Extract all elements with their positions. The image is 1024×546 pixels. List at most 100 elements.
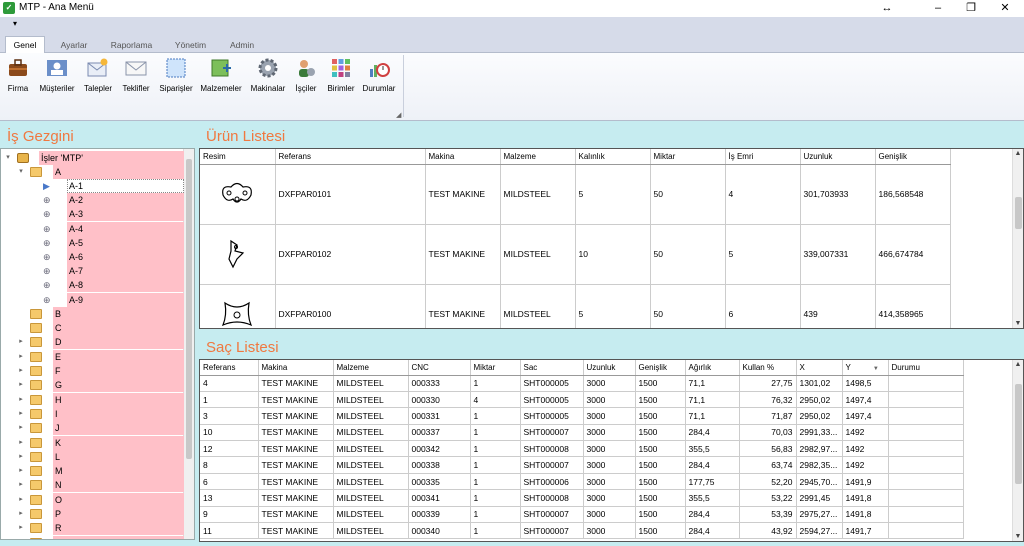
tree-folder[interactable]: ▸ G [1, 378, 184, 393]
tab-genel[interactable]: Genel [5, 36, 45, 54]
firma-button[interactable]: Firma [1, 55, 35, 97]
tree-root[interactable]: ▾ İşler 'MTP' [1, 151, 184, 165]
expand-icon[interactable]: ▸ [16, 364, 26, 378]
musteriler-button[interactable]: Müşteriler [39, 55, 75, 97]
talepler-button[interactable]: Talepler [81, 55, 115, 97]
column-header[interactable]: Makina [258, 360, 334, 376]
tree-item[interactable]: ⊕ A-4 [1, 221, 184, 236]
expand-icon[interactable]: ▸ [16, 478, 26, 492]
table-row[interactable]: 6 TEST MAKINE MILDSTEEL 000335 1 SHT000006 300… [200, 473, 964, 491]
table-row[interactable]: 4 TEST MAKINE MILDSTEEL 000333 1 SHT000005 300… [200, 375, 964, 392]
malzemeler-button[interactable]: Malzemeler [200, 55, 242, 97]
tree-folder[interactable]: ▸ M [1, 464, 184, 479]
qat-dropdown-icon[interactable]: ▾ [13, 19, 17, 28]
tree-folder[interactable]: ▸ N [1, 478, 184, 493]
birimler-button[interactable]: Birimler [324, 55, 358, 97]
tab-raporlama[interactable]: Raporlama [104, 37, 159, 53]
scroll-up-icon[interactable]: ▲ [1013, 361, 1023, 368]
tab-ayarlar[interactable]: Ayarlar [54, 37, 94, 53]
column-header[interactable]: Uzunluk [800, 149, 876, 165]
expand-icon[interactable]: ▸ [16, 536, 26, 540]
maximize-button[interactable]: ❐ [954, 0, 988, 17]
tree-item[interactable]: ⊕ A-2 [1, 193, 184, 208]
tree-folder[interactable]: ▸S [1, 535, 184, 540]
minimize-button[interactable]: – [921, 0, 955, 17]
tree-folder[interactable]: ▸ E [1, 349, 184, 364]
product-scroll-thumb[interactable] [1015, 197, 1022, 229]
table-row[interactable]: 12 TEST MAKINE MILDSTEEL 000342 1 SHT000008 30… [200, 440, 964, 458]
siparisler-button[interactable]: Siparişler [159, 55, 193, 97]
column-header[interactable]: Malzeme [500, 149, 576, 165]
tree-folder[interactable]: C [1, 321, 184, 336]
expand-icon[interactable]: ▸ [16, 436, 26, 450]
tree-folder[interactable]: ▸ R [1, 521, 184, 536]
sheet-scrollbar[interactable]: ▲ ▼ [1012, 360, 1023, 541]
table-row[interactable]: 11 TEST MAKINE MILDSTEEL 000340 1 SHT000007 30… [200, 522, 964, 540]
group-launcher-icon[interactable]: ◢ [396, 111, 401, 119]
collapse-icon[interactable]: ▾ [3, 151, 13, 165]
expand-icon[interactable]: ▸ [16, 393, 26, 407]
tree-folder[interactable]: B [1, 306, 184, 321]
expand-icon[interactable]: ▸ [16, 521, 26, 535]
column-header[interactable]: Referans [200, 360, 259, 376]
tree-item[interactable]: ⊕ A-8 [1, 278, 184, 293]
expand-icon[interactable]: ▸ [16, 450, 26, 464]
column-header[interactable]: Kullan % [739, 360, 797, 376]
makinalar-button[interactable]: Makinalar [251, 55, 285, 97]
table-row[interactable]: 8 TEST MAKINE MILDSTEEL 000338 1 SHT000007 300… [200, 456, 964, 474]
table-row[interactable]: DXFPAR0100 TEST MAKINE MILDSTEEL 5 50 6 439 414… [200, 284, 951, 328]
tree-item[interactable]: ⊕ A-9 [1, 292, 184, 307]
column-header[interactable]: Sac [520, 360, 584, 376]
expand-icon[interactable]: ▸ [16, 407, 26, 421]
durumlar-button[interactable]: Durumlar [362, 55, 396, 97]
table-row[interactable]: 10 TEST MAKINE MILDSTEEL 000337 1 SHT000007 30… [200, 424, 964, 442]
column-header[interactable]: Makina [425, 149, 501, 165]
tree-scrollbar[interactable] [183, 149, 194, 539]
column-header[interactable]: Ağırlık [685, 360, 740, 376]
column-header[interactable]: Resim [200, 149, 276, 165]
teklifler-button[interactable]: Teklifler [119, 55, 153, 97]
column-header[interactable]: Malzeme [333, 360, 409, 376]
scroll-down-icon[interactable]: ▼ [1013, 533, 1023, 540]
sheet-scroll-thumb[interactable] [1015, 384, 1022, 484]
tree-folder[interactable]: ▸ D [1, 335, 184, 350]
tree-folder[interactable]: ▸ K [1, 435, 184, 450]
expand-icon[interactable]: ▸ [16, 464, 26, 478]
column-header[interactable]: Referans [275, 149, 426, 165]
table-row[interactable]: 9 TEST MAKINE MILDSTEEL 000339 1 SHT000007 300… [200, 506, 964, 524]
column-header[interactable]: Durumu [888, 360, 964, 376]
tree-folder[interactable]: ▸ I [1, 406, 184, 421]
table-row[interactable]: 13 TEST MAKINE MILDSTEEL 000341 1 SHT000008 30… [200, 489, 964, 507]
tree-folder[interactable]: ▸ F [1, 364, 184, 378]
product-scrollbar[interactable]: ▲ ▼ [1012, 149, 1023, 328]
column-header[interactable]: CNC [408, 360, 471, 376]
tree-folder[interactable]: ▸ L [1, 449, 184, 464]
column-header[interactable]: Miktar [470, 360, 521, 376]
table-row[interactable]: 3 TEST MAKINE MILDSTEEL 000331 1 SHT000005 300… [200, 407, 964, 425]
column-header[interactable]: Uzunluk [583, 360, 636, 376]
expand-icon[interactable]: ▸ [16, 421, 26, 435]
tree-item[interactable]: ⊕ A-5 [1, 235, 184, 250]
column-header[interactable]: Miktar [650, 149, 726, 165]
table-row[interactable]: 1 TEST MAKINE MILDSTEEL 000330 4 SHT000005 300… [200, 391, 964, 409]
tree-scroll-thumb[interactable] [186, 159, 192, 459]
tree-item[interactable]: ⊕ A-7 [1, 264, 184, 279]
tab-yonetim[interactable]: Yönetim [168, 37, 213, 53]
scroll-down-icon[interactable]: ▼ [1013, 320, 1023, 327]
tree-folder[interactable]: ▸ J [1, 421, 184, 436]
tree-item[interactable]: ⊕ A-3 [1, 207, 184, 222]
tree-folder[interactable]: ▸ O [1, 492, 184, 507]
expand-icon[interactable]: ▸ [16, 350, 26, 364]
collapse-icon[interactable]: ▾ [16, 165, 26, 179]
tree-item[interactable]: ⊕ A-6 [1, 250, 184, 264]
tree-folder-a[interactable]: ▾ A [1, 165, 184, 179]
close-button[interactable]: ✕ [988, 0, 1022, 17]
column-header[interactable]: İş Emri [725, 149, 801, 165]
expand-icon[interactable]: ▸ [16, 493, 26, 507]
expand-icon[interactable]: ▸ [16, 378, 26, 392]
table-row[interactable]: DXFPAR0102 TEST MAKINE MILDSTEEL 10 50 5 339,0… [200, 224, 951, 285]
scroll-up-icon[interactable]: ▲ [1013, 150, 1023, 157]
tab-admin[interactable]: Admin [222, 37, 262, 53]
column-header[interactable]: Genişlik [635, 360, 686, 376]
expand-icon[interactable]: ▸ [16, 335, 26, 349]
